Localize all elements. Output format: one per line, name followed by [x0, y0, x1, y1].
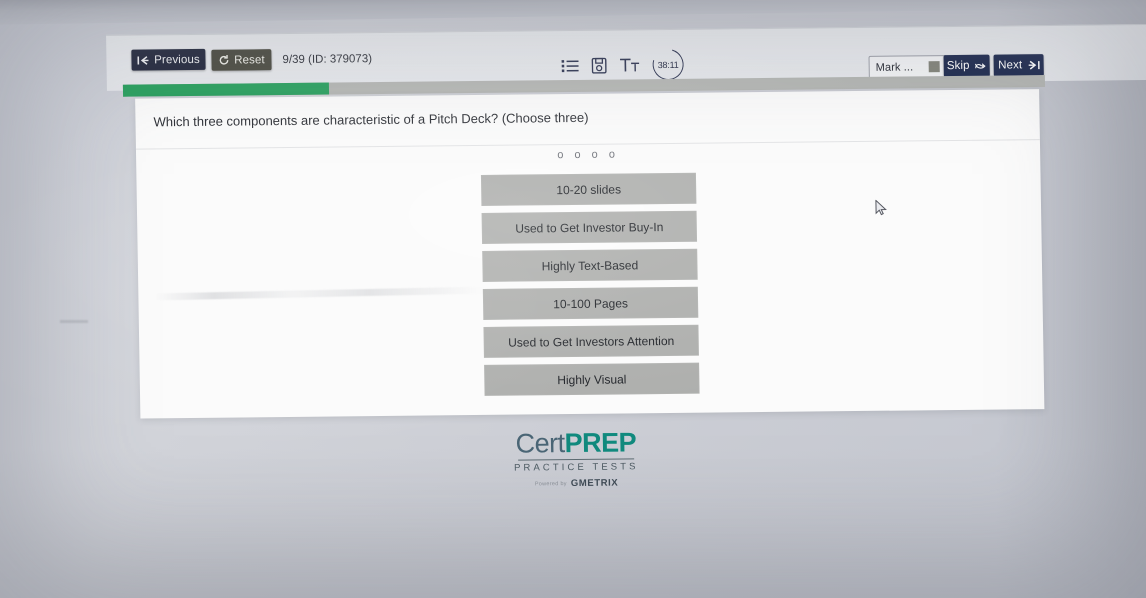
- certprep-logo: CertPREP PRACTICE TESTS Powered by GMETR…: [3, 424, 1146, 495]
- previous-label: Previous: [154, 53, 200, 66]
- reset-button[interactable]: Reset: [211, 49, 272, 71]
- logo-powered-by: Powered by: [534, 480, 567, 487]
- timer-label: 38:11: [657, 59, 679, 70]
- previous-button[interactable]: Previous: [131, 48, 206, 71]
- logo-prep-text: PREP: [564, 427, 637, 459]
- text-size-icon[interactable]: [619, 57, 640, 72]
- logo-divider: [518, 458, 635, 461]
- answer-option[interactable]: 10-100 Pages: [482, 286, 699, 320]
- save-icon[interactable]: [591, 57, 607, 74]
- skip-label: Skip: [946, 59, 970, 73]
- mark-checkbox[interactable]: [928, 61, 940, 73]
- question-panel: Which three components are characteristi…: [135, 89, 1045, 419]
- answer-option[interactable]: Highly Text-Based: [482, 248, 698, 282]
- toolbar-tools: 38:11: [561, 43, 690, 86]
- logo-cert-text: Cert: [515, 428, 565, 459]
- answer-option[interactable]: 10-20 slides: [480, 172, 697, 206]
- next-label: Next: [998, 59, 1023, 72]
- question-counter: 9/39 (ID: 379073): [282, 53, 373, 67]
- reset-label: Reset: [234, 53, 265, 67]
- skip-loop-icon: [974, 63, 986, 69]
- exam-timer[interactable]: 38:11: [647, 43, 690, 86]
- photographed-screen: Previous Reset 9/39 (ID: 379073) 38:11 M…: [0, 0, 1146, 598]
- next-button[interactable]: Next: [993, 54, 1044, 77]
- arrow-to-right-icon: [1028, 60, 1040, 70]
- skip-button[interactable]: Skip: [943, 54, 990, 78]
- mark-label: Mark ...: [875, 61, 914, 74]
- answer-option[interactable]: Highly Visual: [484, 362, 700, 396]
- question-text: Which three components are characteristi…: [153, 109, 589, 130]
- list-view-icon[interactable]: [561, 58, 579, 72]
- exam-progress-fill: [122, 82, 329, 97]
- answer-option[interactable]: Used to Get Investor Buy-In: [481, 210, 698, 244]
- refresh-icon: [219, 54, 229, 65]
- answer-option[interactable]: Used to Get Investors Attention: [483, 324, 699, 358]
- answer-options-list: 10-20 slides Used to Get Investor Buy-In…: [480, 172, 700, 396]
- logo-gmetrix-brand: GMETRIX: [570, 477, 619, 490]
- arrow-to-left-icon: [137, 55, 149, 65]
